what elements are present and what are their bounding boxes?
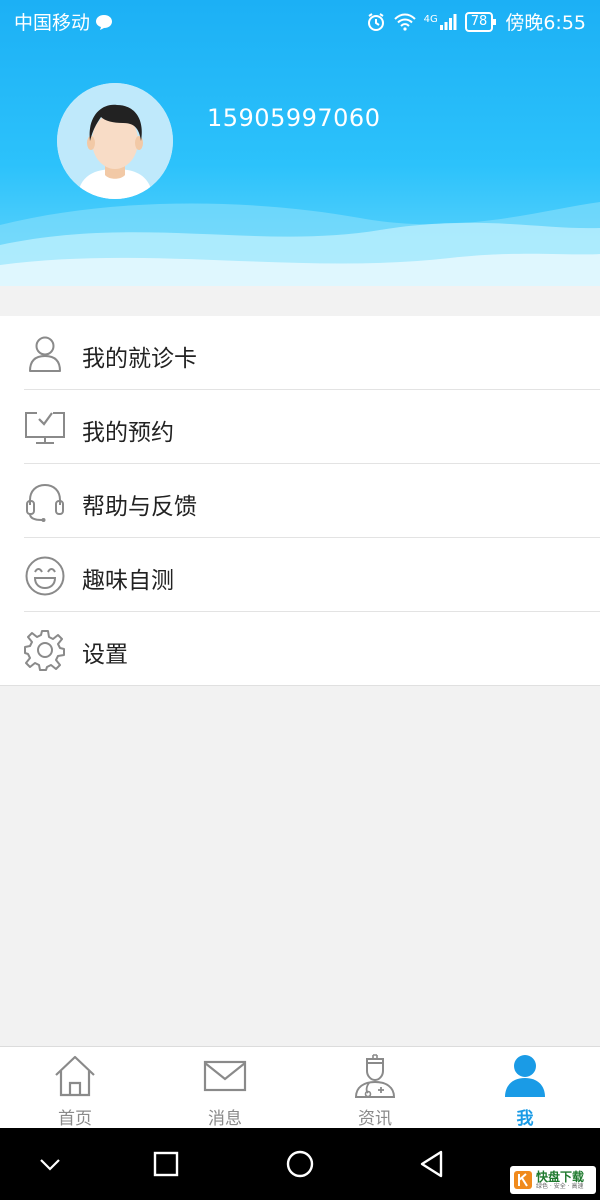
tab-label: 我 <box>516 1109 534 1129</box>
alarm-icon <box>367 12 384 31</box>
battery-indicator: 78 <box>464 11 496 32</box>
status-bar: 中国移动 4G 78 傍晚6:55 <box>0 0 600 40</box>
menu-item-label: 设置 <box>82 642 128 668</box>
recent-apps-icon[interactable] <box>148 1146 184 1182</box>
back-triangle-icon[interactable] <box>414 1146 450 1182</box>
tab-label: 资讯 <box>358 1109 392 1129</box>
menu-item-label: 帮助与反馈 <box>82 494 197 520</box>
tab-me[interactable]: 我 <box>450 1047 600 1129</box>
user-icon <box>505 1055 545 1097</box>
menu-item-label: 趣味自测 <box>82 568 174 594</box>
tab-home[interactable]: 首页 <box>0 1047 150 1129</box>
divider <box>0 685 600 686</box>
profile-header: 中国移动 4G 78 傍晚6:55 15905997060 <box>0 0 600 300</box>
menu-item-medical-card[interactable]: 我的就诊卡 <box>0 316 600 390</box>
headset-icon <box>26 483 64 522</box>
gear-icon <box>24 630 65 671</box>
chevron-down-icon[interactable] <box>32 1146 68 1182</box>
doctor-icon <box>354 1054 396 1098</box>
watermark-logo-icon <box>514 1171 532 1189</box>
mail-icon <box>203 1060 247 1092</box>
tab-messages[interactable]: 消息 <box>150 1047 300 1129</box>
menu-item-fun-test[interactable]: 趣味自测 <box>0 538 600 612</box>
chat-bubble-icon <box>96 14 113 30</box>
watermark-brand: 快盘下载 <box>536 1169 585 1184</box>
network-type: 4G <box>423 13 438 25</box>
signal-icon <box>439 13 457 30</box>
user-avatar-icon <box>57 83 173 199</box>
settings-menu: 我的就诊卡 我的预约 帮助与反馈 趣味自测 设置 <box>0 316 600 686</box>
watermark-tagline: 绿色 · 安全 · 高速 <box>536 1182 584 1190</box>
menu-item-appointments[interactable]: 我的预约 <box>0 390 600 464</box>
system-navigation-bar: 快盘下载 绿色 · 安全 · 高速 <box>0 1128 600 1200</box>
wave-decoration <box>0 202 600 300</box>
menu-item-settings[interactable]: 设置 <box>0 612 600 686</box>
person-card-icon <box>29 336 61 372</box>
menu-item-label: 我的就诊卡 <box>82 346 197 372</box>
bottom-tab-bar: 首页 消息 资讯 我 <box>0 1046 600 1129</box>
menu-item-help-feedback[interactable]: 帮助与反馈 <box>0 464 600 538</box>
menu-item-label: 我的预约 <box>82 420 174 446</box>
home-icon <box>55 1055 95 1097</box>
watermark-logo: 快盘下载 绿色 · 安全 · 高速 <box>510 1166 596 1194</box>
tab-label: 首页 <box>58 1109 92 1129</box>
avatar[interactable] <box>57 83 173 199</box>
monitor-check-icon <box>25 412 65 444</box>
home-circle-icon[interactable] <box>282 1146 318 1182</box>
tab-label: 消息 <box>208 1109 242 1129</box>
wifi-icon <box>393 13 416 31</box>
smiley-icon <box>25 556 65 596</box>
user-phone-number: 15905997060 <box>207 104 381 132</box>
carrier-name: 中国移动 <box>14 12 91 34</box>
tab-news[interactable]: 资讯 <box>300 1047 450 1129</box>
clock: 傍晚6:55 <box>505 12 586 34</box>
